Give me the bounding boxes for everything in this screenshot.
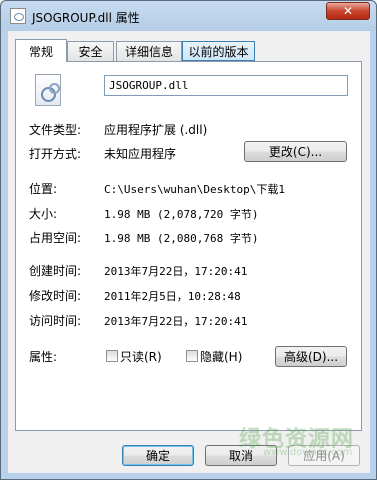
location-value: C:\Users\wuhan\Desktop\下载1: [104, 183, 285, 196]
readonly-label[interactable]: 只读(R): [120, 348, 162, 365]
tab-previous-versions[interactable]: 以前的版本: [182, 41, 255, 61]
close-button[interactable]: ✕: [326, 2, 370, 20]
title-bar[interactable]: JSOGROUP.dll 属性 ✕: [1, 1, 376, 31]
open-with-value: 未知应用程序: [104, 147, 177, 161]
ok-button[interactable]: 确定: [122, 445, 194, 466]
divider: [28, 114, 353, 115]
window-title: JSOGROUP.dll 属性: [32, 11, 140, 25]
file-type-label: 文件类型:: [29, 123, 82, 137]
advanced-button[interactable]: 高级(D)...: [275, 346, 347, 367]
hidden-label[interactable]: 隐藏(H): [200, 348, 242, 365]
attributes-label: 属性:: [29, 350, 58, 364]
properties-window: JSOGROUP.dll 属性 ✕ 常规 安全 详细信息 以前的版本 JSOGR…: [0, 0, 377, 480]
divider: [28, 253, 353, 254]
size-value: 1.98 MB (2,078,720 字节): [104, 208, 259, 221]
size-on-disk-label: 占用空间:: [29, 231, 82, 245]
file-name-field[interactable]: JSOGROUP.dll: [104, 75, 348, 96]
file-type-value: 应用程序扩展 (.dll): [104, 123, 208, 137]
modified-label: 修改时间:: [29, 289, 82, 303]
tab-general[interactable]: 常规: [15, 39, 67, 62]
created-value: 2013年7月22日，17:20:41: [104, 265, 248, 278]
size-on-disk-value: 1.98 MB (2,080,768 字节): [104, 232, 259, 245]
accessed-value: 2013年7月22日，17:20:41: [104, 315, 248, 328]
dll-file-icon: [35, 74, 61, 106]
divider: [28, 337, 353, 338]
watermark-url: www.downcc.com: [263, 447, 353, 458]
change-button[interactable]: 更改(C)...: [244, 141, 347, 162]
divider: [28, 172, 353, 173]
created-label: 创建时间:: [29, 264, 82, 278]
dialog-client: 常规 安全 详细信息 以前的版本 JSOGROUP.dll 文件类型: 应用程序…: [8, 31, 370, 473]
tab-security[interactable]: 安全: [67, 41, 114, 61]
modified-value: 2011年2月5日，10:28:48: [104, 290, 241, 303]
hidden-checkbox[interactable]: [186, 350, 198, 362]
location-label: 位置:: [29, 182, 58, 196]
dll-file-icon: [10, 8, 26, 24]
readonly-checkbox[interactable]: [106, 350, 118, 362]
tab-details[interactable]: 详细信息: [116, 41, 182, 61]
accessed-label: 访问时间:: [29, 314, 82, 328]
open-with-label: 打开方式:: [29, 147, 82, 161]
general-panel: JSOGROUP.dll 文件类型: 应用程序扩展 (.dll) 打开方式: 未…: [15, 61, 362, 431]
size-label: 大小:: [29, 207, 58, 221]
